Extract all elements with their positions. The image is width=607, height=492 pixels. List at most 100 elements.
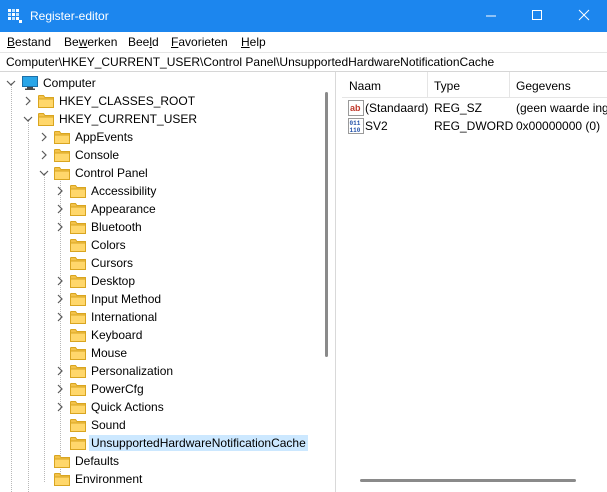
menu-bestand[interactable]: Bestand [7, 34, 51, 50]
folder-icon [54, 149, 70, 162]
minimize-icon [486, 15, 496, 17]
folder-icon [70, 275, 86, 288]
tree-item-label: International [91, 310, 158, 324]
list-scrollbar-thumb[interactable] [360, 479, 576, 482]
address-bar[interactable]: Computer\HKEY_CURRENT_USER\Control Panel… [0, 52, 607, 72]
value-row[interactable]: 011 110 SV2 REG_DWORD 0x00000000 (0) [342, 117, 607, 135]
folder-icon [70, 239, 86, 252]
tree-item[interactable]: Environment [0, 470, 320, 488]
folder-icon [54, 131, 70, 144]
tree-item[interactable]: PowerCfg [0, 380, 320, 398]
tree-item-label: Appearance [91, 202, 156, 216]
tree-item-label: Sound [91, 418, 126, 432]
tree-item-label: Bluetooth [91, 220, 142, 234]
tree-item[interactable]: HKEY_CLASSES_ROOT [0, 92, 320, 110]
tree-item-label: Console [75, 148, 120, 162]
tree-item[interactable]: Defaults [0, 452, 320, 470]
tree-item-label: UnsupportedHardwareNotificationCache [89, 435, 308, 451]
window-title: Register-editor [30, 9, 109, 23]
folder-icon [70, 311, 86, 324]
chevron-right-icon[interactable] [54, 185, 66, 197]
chevron-right-icon[interactable] [54, 203, 66, 215]
tree-item[interactable]: Mouse [0, 344, 320, 362]
address-path[interactable]: Computer\HKEY_CURRENT_USER\Control Panel… [6, 55, 494, 70]
tree-item-label: Cursors [91, 256, 134, 270]
tree-item[interactable]: Cursors [0, 254, 320, 272]
tree-item[interactable]: UnsupportedHardwareNotificationCache [0, 434, 320, 452]
tree-item[interactable]: Control Panel [0, 164, 320, 182]
tree-scrollbar-thumb[interactable] [325, 92, 328, 357]
minimize-button[interactable] [468, 0, 514, 32]
maximize-button[interactable] [514, 0, 560, 32]
tree-item-label: Colors [91, 238, 126, 252]
tree-item-label: Environment [75, 472, 143, 486]
close-icon [578, 9, 590, 21]
tree-item-label: Desktop [91, 274, 136, 288]
tree-item-label: AppEvents [75, 130, 134, 144]
tree-scrollbar[interactable] [321, 72, 334, 492]
computer-icon [22, 76, 38, 90]
chevron-right-icon[interactable] [22, 95, 34, 107]
tree-item[interactable]: AppEvents [0, 128, 320, 146]
chevron-down-icon[interactable] [22, 113, 34, 125]
tree-item[interactable]: Desktop [0, 272, 320, 290]
chevron-right-icon[interactable] [54, 221, 66, 233]
menu-favorieten[interactable]: Favorieten [171, 34, 228, 50]
close-button[interactable] [561, 0, 607, 32]
tree-item[interactable]: Quick Actions [0, 398, 320, 416]
title-bar: Register-editor [0, 0, 607, 32]
chevron-down-icon[interactable] [38, 167, 50, 179]
value-data: 0x00000000 (0) [516, 119, 601, 133]
tree-item[interactable]: Sound [0, 416, 320, 434]
folder-icon [70, 221, 86, 234]
tree-item-label: Input Method [91, 292, 162, 306]
tree-item[interactable]: International [0, 308, 320, 326]
maximize-icon [532, 10, 542, 20]
key-tree[interactable]: Computer HKEY_CLASSES_ROOT HKEY_CURRENT_US… [0, 72, 336, 492]
svg-text:ab: ab [350, 103, 361, 113]
tree-item[interactable]: Computer [0, 74, 320, 92]
tree-item[interactable]: HKEY_CURRENT_USER [0, 110, 320, 128]
menu-bewerken[interactable]: Bewerken [64, 34, 117, 50]
regedit-icon [8, 9, 22, 23]
tree-item-label: Mouse [91, 346, 128, 360]
list-header: Naam Type Gegevens [342, 72, 607, 98]
folder-icon [38, 113, 54, 126]
tree-item[interactable]: Colors [0, 236, 320, 254]
value-type: REG_DWORD [434, 119, 514, 133]
value-row[interactable]: ab (Standaard) REG_SZ (geen waarde ing [342, 99, 607, 117]
column-header-data[interactable]: Gegevens [516, 78, 571, 94]
tree-item[interactable]: Personalization [0, 362, 320, 380]
tree-item[interactable]: Keyboard [0, 326, 320, 344]
folder-icon [38, 95, 54, 108]
chevron-right-icon[interactable] [54, 383, 66, 395]
value-list[interactable]: Naam Type Gegevens ab (Standaard) REG_SZ… [342, 72, 607, 492]
tree-item-label: Control Panel [75, 166, 148, 180]
folder-icon [70, 437, 86, 450]
svg-text:011: 011 [350, 120, 361, 127]
column-header-type[interactable]: Type [434, 78, 460, 94]
menu-beeld[interactable]: Beeld [128, 34, 159, 50]
tree-item-label: PowerCfg [91, 382, 144, 396]
chevron-right-icon[interactable] [54, 365, 66, 377]
value-name: (Standaard) [365, 101, 429, 115]
column-header-name[interactable]: Naam [349, 78, 381, 94]
tree-item[interactable]: Accessibility [0, 182, 320, 200]
chevron-right-icon[interactable] [54, 293, 66, 305]
folder-icon [70, 185, 86, 198]
column-separator[interactable] [509, 72, 510, 98]
column-separator[interactable] [427, 72, 428, 98]
tree-item[interactable]: Input Method [0, 290, 320, 308]
menu-help[interactable]: Help [241, 34, 266, 50]
chevron-right-icon[interactable] [54, 311, 66, 323]
chevron-right-icon[interactable] [38, 149, 50, 161]
chevron-right-icon[interactable] [54, 275, 66, 287]
tree-item-label: HKEY_CLASSES_ROOT [59, 94, 196, 108]
binary-value-icon: 011 110 [348, 118, 364, 134]
tree-item[interactable]: Bluetooth [0, 218, 320, 236]
chevron-right-icon[interactable] [38, 131, 50, 143]
chevron-right-icon[interactable] [54, 401, 66, 413]
tree-item[interactable]: Console [0, 146, 320, 164]
chevron-down-icon[interactable] [5, 77, 17, 89]
tree-item[interactable]: Appearance [0, 200, 320, 218]
